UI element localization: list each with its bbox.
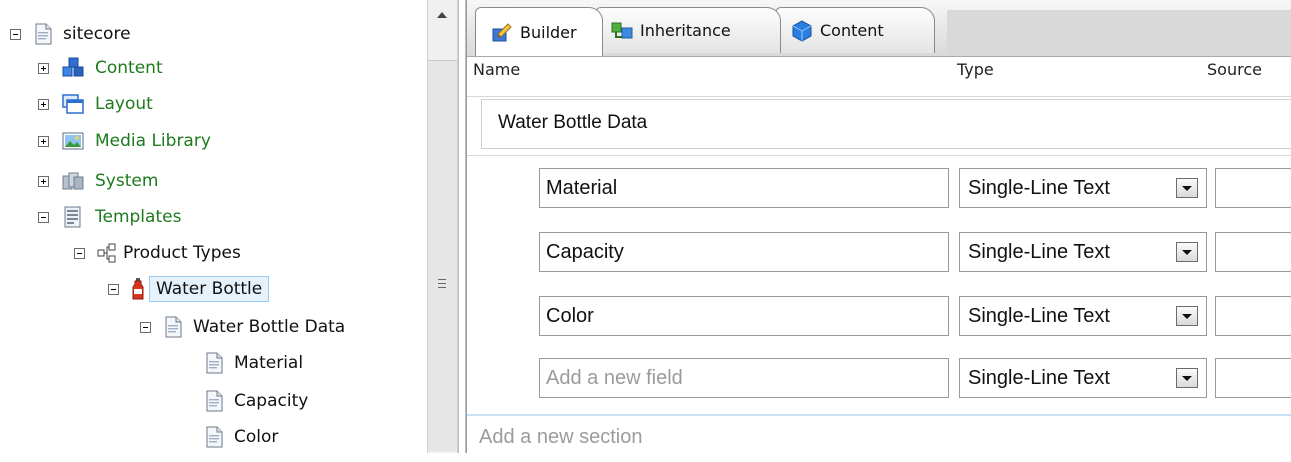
field-type-value: Single-Line Text <box>968 305 1110 327</box>
tree-node-label: Water Bottle Data <box>193 317 346 337</box>
tree-node-water-bottle-data[interactable]: Water Bottle Data <box>140 313 349 341</box>
field-source-input[interactable] <box>1215 168 1291 208</box>
editor-tabstrip: Builder Inheritance Content <box>467 0 1291 57</box>
tree-node-media-library[interactable]: Media Library <box>38 127 215 155</box>
document-icon <box>204 390 224 412</box>
tree-node-label: Water Bottle <box>149 276 270 302</box>
section-row: Water Bottle Data <box>467 96 1291 156</box>
field-type-select[interactable]: Single-Line Text <box>959 296 1207 336</box>
field-type-select[interactable]: Single-Line Text <box>959 168 1207 208</box>
new-section-input[interactable]: Add a new section <box>479 426 642 449</box>
dropdown-arrow-icon[interactable] <box>1176 306 1198 326</box>
field-row: Capacity Single-Line Text <box>467 228 1291 288</box>
tree-node-field-color[interactable]: Color <box>204 423 282 451</box>
tree-node-label: System <box>95 171 159 191</box>
document-icon <box>204 426 224 448</box>
tree-node-label: Material <box>234 353 304 373</box>
tab-label: Content <box>820 21 884 40</box>
tree-node-templates[interactable]: Templates <box>38 203 185 231</box>
tree-node-water-bottle[interactable]: Water Bottle <box>108 275 270 303</box>
document-icon <box>163 316 183 338</box>
tabstrip-filler <box>947 10 1291 54</box>
tree-node-label: Templates <box>95 207 182 227</box>
tree-node-label: Color <box>234 427 279 447</box>
field-row: Material Single-Line Text <box>467 164 1291 224</box>
collapse-toggle-icon[interactable] <box>38 211 49 223</box>
new-field-row: Add a new field Single-Line Text <box>467 354 1291 414</box>
tab-inheritance[interactable]: Inheritance <box>595 7 781 53</box>
grip-line <box>438 279 446 280</box>
collapse-toggle-icon[interactable] <box>140 321 151 333</box>
new-field-input[interactable]: Add a new field <box>539 358 949 398</box>
tree-node-field-material[interactable]: Material <box>204 349 307 377</box>
scroll-thumb[interactable] <box>428 60 457 451</box>
document-icon <box>33 23 53 45</box>
field-type-select[interactable]: Single-Line Text <box>959 232 1207 272</box>
scroll-up-arrow-icon[interactable] <box>437 12 447 18</box>
tab-label: Builder <box>520 22 577 42</box>
builder-icon <box>490 20 514 44</box>
tree-node-label: Product Types <box>123 243 241 263</box>
tree-node-label: Media Library <box>95 131 211 151</box>
field-source-input[interactable] <box>1215 358 1291 398</box>
expand-toggle-icon[interactable] <box>38 175 49 187</box>
system-servers-icon <box>61 170 85 192</box>
dropdown-arrow-icon[interactable] <box>1176 368 1198 388</box>
expand-toggle-icon[interactable] <box>38 98 49 110</box>
layout-windows-icon <box>61 93 85 115</box>
field-source-input[interactable] <box>1215 296 1291 336</box>
field-type-value: Single-Line Text <box>968 177 1110 199</box>
tree-node-field-capacity[interactable]: Capacity <box>204 387 312 415</box>
content-cubes-icon <box>61 57 85 79</box>
field-type-value: Single-Line Text <box>968 241 1110 263</box>
water-bottle-icon <box>131 278 145 300</box>
field-name-input[interactable]: Color <box>539 296 949 336</box>
column-header-type: Type <box>957 60 994 79</box>
collapse-toggle-icon[interactable] <box>10 28 21 40</box>
tree-node-label: sitecore <box>63 24 131 44</box>
tree-node-sitecore[interactable]: sitecore <box>10 20 135 48</box>
tree-scrollbar[interactable] <box>427 0 458 453</box>
expand-toggle-icon[interactable] <box>38 62 49 74</box>
field-row: Color Single-Line Text <box>467 292 1291 352</box>
collapse-toggle-icon[interactable] <box>108 283 119 295</box>
tree-node-content[interactable]: Content <box>38 54 167 82</box>
collapse-toggle-icon[interactable] <box>74 247 85 259</box>
pane-splitter[interactable] <box>458 0 466 453</box>
tree-node-system[interactable]: System <box>38 167 162 195</box>
tree-node-label: Capacity <box>234 391 309 411</box>
field-type-value: Single-Line Text <box>968 367 1110 389</box>
section-name-input[interactable]: Water Bottle Data <box>481 99 1291 149</box>
content-cube-icon <box>790 19 814 43</box>
field-name-input[interactable]: Capacity <box>539 232 949 272</box>
tree-node-label: Content <box>95 58 163 78</box>
dropdown-arrow-icon[interactable] <box>1176 178 1198 198</box>
field-name-input[interactable]: Material <box>539 168 949 208</box>
tree-node-product-types[interactable]: Product Types <box>74 239 245 267</box>
image-icon <box>61 130 85 152</box>
field-source-input[interactable] <box>1215 232 1291 272</box>
column-header-name: Name <box>473 60 521 79</box>
inheritance-icon <box>610 19 634 43</box>
tab-builder[interactable]: Builder <box>475 7 603 56</box>
field-type-select[interactable]: Single-Line Text <box>959 358 1207 398</box>
tab-content[interactable]: Content <box>775 7 935 53</box>
grip-line <box>438 283 446 284</box>
dropdown-arrow-icon[interactable] <box>1176 242 1198 262</box>
template-icon <box>61 206 85 228</box>
document-icon <box>204 352 224 374</box>
tab-label: Inheritance <box>640 21 731 40</box>
template-builder-pane: Builder Inheritance Content Name Type So… <box>466 0 1291 462</box>
tree-node-label: Layout <box>95 94 153 114</box>
template-folder-icon <box>97 242 117 264</box>
new-section-row: Add a new section <box>467 414 1291 462</box>
grip-line <box>438 287 446 288</box>
expand-toggle-icon[interactable] <box>38 135 49 147</box>
tree-node-layout[interactable]: Layout <box>38 90 157 118</box>
column-header-source: Source <box>1207 60 1262 79</box>
content-tree: sitecore Content Layout Media Library Sy… <box>0 0 420 453</box>
